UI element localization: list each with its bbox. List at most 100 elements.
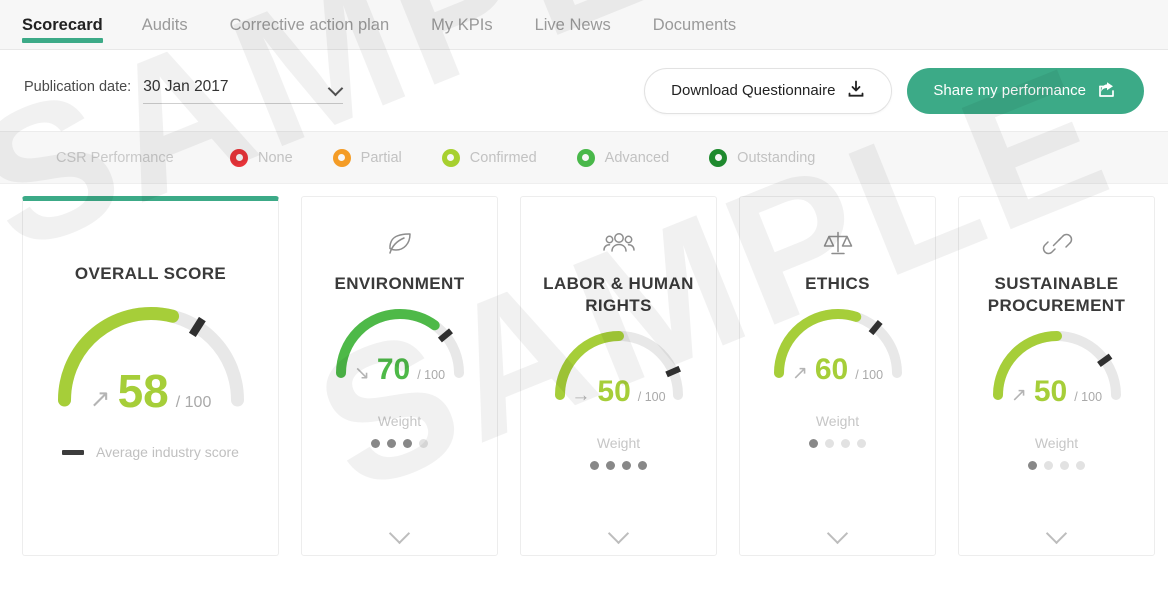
- legend-item-label: None: [258, 150, 293, 166]
- average-industry-score-label: Average industry score: [96, 444, 239, 460]
- tab-corrective-action-plan[interactable]: Corrective action plan: [209, 0, 411, 50]
- performance-level-icon: [709, 149, 727, 167]
- tab-live-news[interactable]: Live News: [514, 0, 632, 50]
- overall-score-value: 58: [118, 368, 169, 414]
- tab-audits[interactable]: Audits: [121, 0, 209, 50]
- performance-level-icon: [333, 149, 351, 167]
- download-questionnaire-button[interactable]: Download Questionnaire: [644, 68, 892, 114]
- weight-dots: [371, 439, 428, 448]
- category-score-value: 50: [1034, 377, 1067, 407]
- category-score-max: / 100: [417, 368, 445, 382]
- weight-dot: [638, 461, 647, 470]
- chevron-down-icon: [1046, 526, 1068, 539]
- category-title: ETHICS: [797, 273, 878, 295]
- tab-documents[interactable]: Documents: [632, 0, 757, 50]
- tab-scorecard[interactable]: Scorecard: [22, 0, 121, 50]
- tab-label: Scorecard: [22, 16, 103, 35]
- share-icon: [1098, 80, 1118, 102]
- category-title: ENVIRONMENT: [326, 273, 472, 295]
- category-card-sustainable-procurement: SUSTAINABLE PROCUREMENT↗50/ 100Weight: [958, 196, 1155, 556]
- weight-dot: [825, 439, 834, 448]
- category-icon-wrap: [1038, 224, 1076, 264]
- chevron-down-icon: [389, 526, 411, 539]
- overall-score-readout: ↗58/ 100: [58, 368, 244, 414]
- average-industry-score-legend: Average industry score: [62, 444, 239, 460]
- category-gauge-wrap: ↘ 70 / 100: [336, 309, 464, 385]
- scorecard-card-row: OVERALL SCORE↗58/ 100Average industry sc…: [0, 184, 1168, 556]
- average-marker-icon: [62, 450, 84, 455]
- publication-date-value: 30 Jan 2017: [143, 78, 228, 96]
- legend-title: CSR Performance: [56, 150, 230, 166]
- weight-label: Weight: [816, 413, 859, 429]
- category-score-max: / 100: [1074, 390, 1102, 404]
- download-questionnaire-label: Download Questionnaire: [671, 82, 835, 99]
- overall-score-card: OVERALL SCORE↗58/ 100Average industry sc…: [22, 196, 279, 556]
- overall-score-max: / 100: [176, 394, 212, 412]
- share-my-performance-label: Share my performance: [933, 82, 1086, 99]
- performance-level-icon: [230, 149, 248, 167]
- category-trend-icon: ↗: [792, 364, 808, 383]
- chevron-down-icon: [608, 526, 630, 539]
- tab-label: Live News: [535, 16, 611, 35]
- tab-label: My KPIs: [431, 16, 492, 35]
- category-card-labor-human-rights: LABOR & HUMAN RIGHTS→50/ 100Weight: [520, 196, 717, 556]
- category-card-environment: ENVIRONMENT ↘ 70 / 100 Weight: [301, 196, 498, 556]
- overall-gauge-wrap: ↗58/ 100: [58, 307, 244, 414]
- expand-card-button[interactable]: [740, 526, 935, 539]
- category-trend-icon: ↘: [354, 364, 370, 383]
- category-trend-icon: ↗: [1011, 386, 1027, 405]
- weight-label: Weight: [597, 435, 640, 451]
- weight-dot: [1076, 461, 1085, 470]
- download-icon: [847, 80, 865, 102]
- legend-item-list: NonePartialConfirmedAdvancedOutstanding: [230, 149, 855, 167]
- publication-date-label: Publication date:: [24, 79, 131, 95]
- legend-item-label: Confirmed: [470, 150, 537, 166]
- category-score-max: / 100: [855, 368, 883, 382]
- share-my-performance-button[interactable]: Share my performance: [907, 68, 1144, 114]
- category-score-readout: ↗ 50 / 100: [993, 377, 1121, 407]
- performance-level-icon: [442, 149, 460, 167]
- legend-item-outstanding: Outstanding: [709, 149, 815, 167]
- scales-icon: [819, 227, 857, 261]
- category-score-value: 60: [815, 355, 848, 385]
- legend-item-label: Outstanding: [737, 150, 815, 166]
- expand-card-button[interactable]: [302, 526, 497, 539]
- tab-label: Corrective action plan: [230, 16, 390, 35]
- tab-my-kpis[interactable]: My KPIs: [410, 0, 513, 50]
- legend-item-partial: Partial: [333, 149, 402, 167]
- chevron-down-icon: [329, 83, 343, 91]
- main-nav-tabs: Scorecard Audits Corrective action plan My …: [0, 0, 1168, 50]
- publication-date-group: Publication date: 30 Jan 2017: [24, 78, 343, 104]
- category-score-value: 70: [377, 355, 410, 385]
- expand-card-button[interactable]: [959, 526, 1154, 539]
- weight-dot: [403, 439, 412, 448]
- category-gauge-wrap: ↗ 60 / 100: [774, 309, 902, 385]
- category-icon-wrap: [381, 224, 419, 264]
- category-score-readout: →50/ 100: [555, 377, 683, 407]
- csr-performance-legend: CSR Performance NonePartialConfirmedAdva…: [0, 132, 1168, 184]
- weight-dot: [371, 439, 380, 448]
- category-title: SUSTAINABLE PROCUREMENT: [959, 273, 1154, 317]
- link-icon: [1038, 227, 1076, 261]
- tab-label: Audits: [142, 16, 188, 35]
- tab-label: Documents: [653, 16, 736, 35]
- weight-dots: [809, 439, 866, 448]
- legend-item-none: None: [230, 149, 293, 167]
- weight-indicator: Weight: [371, 413, 428, 448]
- legend-item-confirmed: Confirmed: [442, 149, 537, 167]
- weight-dot: [590, 461, 599, 470]
- category-score-readout: ↘ 70 / 100: [336, 355, 464, 385]
- expand-card-button[interactable]: [521, 526, 716, 539]
- leaf-icon: [381, 227, 419, 261]
- weight-dots: [590, 461, 647, 470]
- category-score-value: 50: [597, 377, 630, 407]
- weight-dot: [1044, 461, 1053, 470]
- weight-dot: [1060, 461, 1069, 470]
- publication-date-select[interactable]: 30 Jan 2017: [143, 78, 343, 104]
- weight-dot: [857, 439, 866, 448]
- weight-dot: [1028, 461, 1037, 470]
- performance-level-icon: [577, 149, 595, 167]
- scorecard-toolbar: Publication date: 30 Jan 2017 Download Q…: [0, 50, 1168, 132]
- weight-dot: [622, 461, 631, 470]
- weight-label: Weight: [378, 413, 421, 429]
